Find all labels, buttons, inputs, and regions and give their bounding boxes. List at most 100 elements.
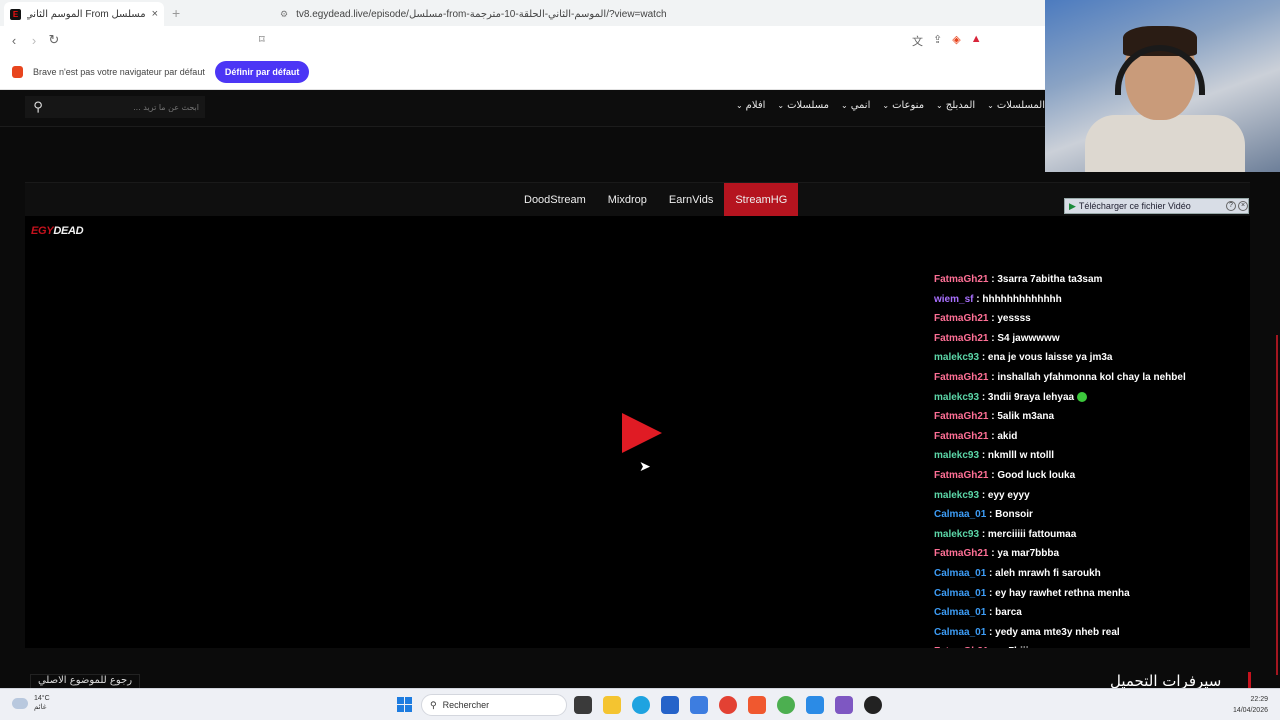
- chat-username[interactable]: malekc93: [934, 352, 979, 363]
- system-clock[interactable]: 22:29 14/04/2026: [1233, 694, 1268, 716]
- brave-rewards-icon[interactable]: ▲: [971, 33, 982, 49]
- menu-item[interactable]: منوعات⌄: [882, 100, 924, 111]
- browser-tab[interactable]: E مسلسل From الموسم الثاني الحلقة ×: [4, 2, 164, 26]
- screen: E مسلسل From الموسم الثاني الحلقة × + ‹ …: [0, 0, 1280, 720]
- chat-username[interactable]: malekc93: [934, 490, 979, 501]
- stream-chat: FatmaGh21 : 3sarra 7abitha ta3sam wiem_sf…: [934, 270, 1224, 676]
- download-video-overlay[interactable]: ▶ Télécharger ce fichier Vidéo ? ×: [1064, 198, 1249, 214]
- chat-text: : Good luck louka: [991, 469, 1076, 481]
- server-tabs: DoodStream Mixdrop EarnVids StreamHG: [513, 183, 799, 223]
- taskbar-search[interactable]: ⚲ Rechercher: [421, 694, 567, 716]
- share-icon[interactable]: ⇪: [933, 33, 942, 49]
- set-default-button[interactable]: Définir par défaut: [214, 60, 310, 83]
- chat-text: : inshallah yfahmonna kol chay la nehbel: [991, 371, 1186, 383]
- weather-widget[interactable]: 14°C غائم: [12, 694, 50, 712]
- server-tab[interactable]: Mixdrop: [597, 183, 658, 217]
- download-play-icon: ▶: [1069, 200, 1076, 211]
- logo-part-2: DEAD: [53, 225, 84, 237]
- chat-username[interactable]: FatmaGh21: [934, 431, 988, 442]
- chat-username[interactable]: malekc93: [934, 529, 979, 540]
- chat-username[interactable]: FatmaGh21: [934, 411, 988, 422]
- chat-username[interactable]: FatmaGh21: [934, 274, 988, 285]
- search-input[interactable]: [51, 102, 205, 112]
- chat-username[interactable]: Calmaa_01: [934, 627, 986, 638]
- menu-item[interactable]: المدبلج⌄: [936, 100, 975, 111]
- menu-item-label: المسلسلات: [996, 100, 1045, 111]
- edge-icon[interactable]: [632, 696, 650, 714]
- chat-username[interactable]: FatmaGh21: [934, 313, 988, 324]
- chat-text: : yessss: [991, 313, 1031, 325]
- download-overlay-text: Télécharger ce fichier Vidéo: [1078, 201, 1191, 211]
- brave-icon[interactable]: [748, 696, 766, 714]
- outlook-icon[interactable]: [690, 696, 708, 714]
- back-icon[interactable]: ‹: [4, 33, 24, 48]
- play-icon[interactable]: [622, 413, 662, 453]
- chat-username[interactable]: Calmaa_01: [934, 568, 986, 579]
- chat-username[interactable]: Calmaa_01: [934, 607, 986, 618]
- windows-start-icon[interactable]: [397, 697, 412, 712]
- app-dark-icon[interactable]: [864, 696, 882, 714]
- translate-icon[interactable]: 文: [912, 33, 923, 49]
- chat-message: FatmaGh21 : inshallah yfahmonna kol chay…: [934, 368, 1224, 388]
- file-explorer-icon[interactable]: [603, 696, 621, 714]
- menu-item[interactable]: افلام⌄: [736, 100, 765, 111]
- chat-message: malekc93 : merciiiii fattoumaa: [934, 525, 1224, 545]
- chat-username[interactable]: Calmaa_01: [934, 588, 986, 599]
- brave-logo-icon: [12, 65, 23, 78]
- brave-shields-icon[interactable]: ◈: [952, 33, 960, 49]
- chat-username[interactable]: malekc93: [934, 450, 979, 461]
- player-logo: EGYDEAD: [31, 225, 84, 237]
- forward-icon[interactable]: ›: [24, 33, 44, 48]
- chat-message: FatmaGh21 : akid: [934, 427, 1224, 447]
- chat-message: Calmaa_01 : Bonsoir: [934, 505, 1224, 525]
- chat-username[interactable]: FatmaGh21: [934, 548, 988, 559]
- chat-message: Calmaa_01 : barca: [934, 603, 1224, 623]
- chat-message: malekc93 : nkmlll w ntolll: [934, 446, 1224, 466]
- main-menu: المسلسلات⌄ المدبلج⌄ منوعات⌄ انمي⌄ مسلسلات⌄ اف…: [736, 100, 1045, 111]
- chat-text: : 5alik m3ana: [991, 411, 1055, 423]
- shield-app-icon[interactable]: [806, 696, 824, 714]
- chat-message: Calmaa_01 : yedy ama mte3y nheb real: [934, 623, 1224, 643]
- app-green-icon[interactable]: [777, 696, 795, 714]
- menu-item[interactable]: المسلسلات⌄: [987, 100, 1045, 111]
- menu-item[interactable]: مسلسلات⌄: [777, 100, 829, 111]
- new-tab-button[interactable]: +: [172, 5, 180, 21]
- menu-item-label: انمي: [850, 100, 871, 111]
- close-icon[interactable]: ×: [1238, 201, 1248, 211]
- task-view-icon[interactable]: [574, 696, 592, 714]
- logo-part-1: EGY: [31, 225, 54, 237]
- chat-username[interactable]: wiem_sf: [934, 294, 973, 305]
- chat-text: : ya mar7bbba: [991, 548, 1060, 560]
- chat-message: FatmaGh21 : ya mar7bbba: [934, 544, 1224, 564]
- store-icon[interactable]: [661, 696, 679, 714]
- chat-username[interactable]: FatmaGh21: [934, 333, 988, 344]
- menu-item-label: مسلسلات: [787, 100, 829, 111]
- tab-close-icon[interactable]: ×: [152, 8, 158, 20]
- reload-icon[interactable]: ↻: [44, 32, 64, 48]
- menu-item-label: افلام: [745, 100, 766, 111]
- chat-text: : ena je vous laisse ya jm3a: [981, 352, 1113, 364]
- chat-username[interactable]: malekc93: [934, 392, 979, 403]
- menu-item-label: منوعات: [892, 100, 925, 111]
- help-icon[interactable]: ?: [1226, 201, 1236, 211]
- menu-item[interactable]: انمي⌄: [841, 100, 870, 111]
- taskbar-apps: [574, 696, 882, 714]
- server-tab[interactable]: EarnVids: [658, 183, 724, 217]
- chrome-icon[interactable]: [719, 696, 737, 714]
- server-tab[interactable]: StreamHG: [724, 183, 799, 223]
- tab-title: مسلسل From الموسم الثاني الحلقة: [27, 8, 146, 20]
- server-tab[interactable]: DoodStream: [513, 183, 597, 217]
- chevron-down-icon: ⌄: [777, 101, 785, 110]
- bookmark-icon[interactable]: ⌑: [259, 33, 265, 46]
- app-purple-icon[interactable]: [835, 696, 853, 714]
- search-icon[interactable]: ⚲: [25, 96, 51, 118]
- url-field[interactable]: ⚙ tv8.egydead.live/episode/مسلسل-from-ال…: [280, 4, 1000, 24]
- chat-username[interactable]: FatmaGh21: [934, 470, 988, 481]
- chat-username[interactable]: Calmaa_01: [934, 509, 986, 520]
- chat-message: Calmaa_01 : ey hay rawhet rethna menha: [934, 584, 1224, 604]
- heading-accent: [1248, 672, 1251, 688]
- chat-username[interactable]: FatmaGh21: [934, 372, 988, 383]
- site-search: ⚲: [25, 96, 205, 118]
- clock-date: 14/04/2026: [1232, 707, 1268, 714]
- site-settings-icon[interactable]: ⚙: [280, 9, 288, 20]
